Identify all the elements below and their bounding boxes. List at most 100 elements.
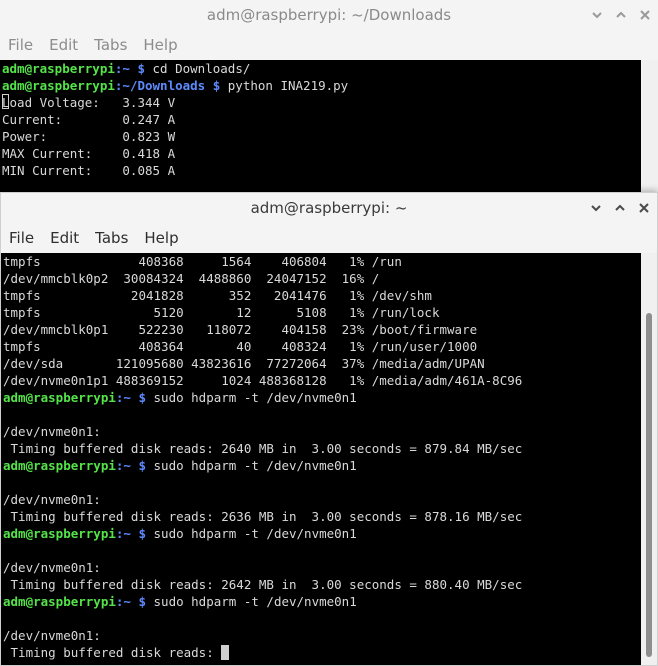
output-text: tmpfs 5120 12 5108 1% /run/lock bbox=[3, 305, 440, 320]
prompt-user: adm@raspberrypi bbox=[3, 526, 116, 541]
terminal-line: /dev/nvme0n1: bbox=[3, 627, 642, 644]
title-bar[interactable]: adm@raspberrypi: ~ bbox=[1, 193, 657, 223]
terminal-line: Current: 0.247 A bbox=[2, 111, 641, 128]
command-text: sudo hdparm -t /dev/nvme0n1 bbox=[153, 390, 357, 405]
prompt-path: :~ bbox=[115, 458, 131, 473]
prompt-path: :~ bbox=[115, 526, 131, 541]
terminal-line: adm@raspberrypi:~ $ sudo hdparm -t /dev/… bbox=[3, 457, 642, 474]
prompt-user: adm@raspberrypi bbox=[3, 458, 116, 473]
output-text: Load Voltage: 3.344 V bbox=[2, 95, 176, 110]
output-text: Timing buffered disk reads: 2640 MB in 3… bbox=[3, 441, 523, 456]
front-terminal-window[interactable]: adm@raspberrypi: ~ File Edit Tabs Help t… bbox=[0, 192, 658, 666]
menu-bar: File Edit Tabs Help bbox=[0, 30, 658, 60]
chevron-down-icon[interactable] bbox=[589, 201, 603, 215]
prompt-symbol: $ bbox=[205, 78, 228, 93]
terminal-line: adm@raspberrypi:~ $ sudo hdparm -t /dev/… bbox=[3, 389, 642, 406]
prompt-user: adm@raspberrypi bbox=[2, 61, 115, 76]
terminal-line: /dev/nvme0n1: bbox=[3, 559, 642, 576]
prompt-user: adm@raspberrypi bbox=[3, 390, 116, 405]
output-text: /dev/nvme0n1: bbox=[3, 560, 101, 575]
terminal-line: /dev/sda 121095680 43823616 77272064 37%… bbox=[3, 355, 642, 372]
terminal-line: /dev/nvme0n1p1 488369152 1024 488368128 … bbox=[3, 372, 642, 389]
prompt-path: :~ bbox=[115, 390, 131, 405]
window-title: adm@raspberrypi: ~ bbox=[250, 199, 408, 217]
output-text: tmpfs 408364 40 408324 1% /run/user/1000 bbox=[3, 339, 478, 354]
menu-tabs[interactable]: Tabs bbox=[87, 229, 136, 247]
menu-bar: File Edit Tabs Help bbox=[1, 223, 657, 253]
scrollbar[interactable] bbox=[641, 253, 657, 665]
command-text: sudo hdparm -t /dev/nvme0n1 bbox=[153, 458, 357, 473]
prompt-user: adm@raspberrypi bbox=[3, 594, 116, 609]
output-text: /dev/nvme0n1p1 488369152 1024 488368128 … bbox=[3, 373, 523, 388]
terminal-line: tmpfs 5120 12 5108 1% /run/lock bbox=[3, 304, 642, 321]
prompt-user: adm@raspberrypi bbox=[2, 78, 115, 93]
menu-edit[interactable]: Edit bbox=[42, 229, 87, 247]
title-bar[interactable]: adm@raspberrypi: ~/Downloads bbox=[0, 0, 658, 30]
terminal-line: MIN Current: 0.085 A bbox=[2, 162, 641, 179]
terminal-output[interactable]: tmpfs 408368 1564 406804 1% /run/dev/mmc… bbox=[1, 253, 642, 665]
output-text: /dev/nvme0n1: bbox=[3, 628, 101, 643]
menu-tabs[interactable]: Tabs bbox=[86, 36, 135, 54]
terminal-line: /dev/mmcblk0p1 522230 118072 404158 23% … bbox=[3, 321, 642, 338]
output-text: Timing buffered disk reads: bbox=[3, 645, 222, 660]
terminal-line: MAX Current: 0.418 A bbox=[2, 145, 641, 162]
text-cursor bbox=[2, 94, 9, 109]
output-text: MIN Current: 0.085 A bbox=[2, 163, 176, 178]
output-text: /dev/mmcblk0p2 30084324 4488860 24047152… bbox=[3, 271, 380, 286]
output-text: Timing buffered disk reads: 2642 MB in 3… bbox=[3, 577, 523, 592]
output-text: tmpfs 408368 1564 406804 1% /run bbox=[3, 254, 402, 269]
window-title: adm@raspberrypi: ~/Downloads bbox=[206, 6, 452, 24]
terminal-line: adm@raspberrypi:~ $ sudo hdparm -t /dev/… bbox=[3, 593, 642, 610]
terminal-line: adm@raspberrypi:~ $ sudo hdparm -t /dev/… bbox=[3, 525, 642, 542]
scrollbar-thumb[interactable] bbox=[646, 313, 652, 657]
terminal-line: Power: 0.823 W bbox=[2, 128, 641, 145]
output-text: tmpfs 2041828 352 2041476 1% /dev/shm bbox=[3, 288, 432, 303]
output-text: Timing buffered disk reads: 2636 MB in 3… bbox=[3, 509, 523, 524]
terminal-output[interactable]: adm@raspberrypi:~ $ cd Downloads/adm@ras… bbox=[0, 60, 641, 200]
close-icon[interactable] bbox=[637, 201, 651, 215]
menu-help[interactable]: Help bbox=[136, 229, 186, 247]
chevron-down-icon[interactable] bbox=[590, 8, 604, 22]
terminal-line: Timing buffered disk reads: 2642 MB in 3… bbox=[3, 576, 642, 593]
terminal-line: Timing buffered disk reads: bbox=[3, 644, 642, 661]
terminal-line: adm@raspberrypi:~/Downloads $ python INA… bbox=[2, 77, 641, 94]
terminal-line: adm@raspberrypi:~ $ cd Downloads/ bbox=[2, 60, 641, 77]
command-text: cd Downloads/ bbox=[152, 61, 251, 76]
prompt-symbol: $ bbox=[130, 458, 154, 473]
command-text: python INA219.py bbox=[227, 78, 349, 93]
terminal-line: tmpfs 408368 1564 406804 1% /run bbox=[3, 253, 642, 270]
prompt-symbol: $ bbox=[130, 390, 154, 405]
close-icon[interactable] bbox=[638, 8, 652, 22]
output-text: /dev/sda 121095680 43823616 77272064 37%… bbox=[3, 356, 485, 371]
terminal-line: /dev/nvme0n1: bbox=[3, 423, 642, 440]
terminal-line: Load Voltage: 3.344 V bbox=[2, 94, 641, 111]
chevron-up-icon[interactable] bbox=[613, 201, 627, 215]
text-cursor bbox=[221, 645, 230, 660]
prompt-path: :~/Downloads bbox=[114, 78, 206, 93]
command-text: sudo hdparm -t /dev/nvme0n1 bbox=[153, 526, 357, 541]
prompt-symbol: $ bbox=[130, 594, 154, 609]
terminal-line: tmpfs 2041828 352 2041476 1% /dev/shm bbox=[3, 287, 642, 304]
output-text: Current: 0.247 A bbox=[2, 112, 176, 127]
chevron-up-icon[interactable] bbox=[614, 8, 628, 22]
output-text: MAX Current: 0.418 A bbox=[2, 146, 176, 161]
menu-file[interactable]: File bbox=[0, 36, 41, 54]
output-text: /dev/nvme0n1: bbox=[3, 424, 101, 439]
menu-help[interactable]: Help bbox=[135, 36, 185, 54]
prompt-symbol: $ bbox=[130, 526, 154, 541]
terminal-line: /dev/mmcblk0p2 30084324 4488860 24047152… bbox=[3, 270, 642, 287]
terminal-line: /dev/nvme0n1: bbox=[3, 491, 642, 508]
prompt-path: :~ bbox=[114, 61, 130, 76]
output-text: /dev/mmcblk0p1 522230 118072 404158 23% … bbox=[3, 322, 478, 337]
menu-file[interactable]: File bbox=[1, 229, 42, 247]
command-text: sudo hdparm -t /dev/nvme0n1 bbox=[153, 594, 357, 609]
terminal-line: Timing buffered disk reads: 2636 MB in 3… bbox=[3, 508, 642, 525]
output-text: Power: 0.823 W bbox=[2, 129, 176, 144]
back-terminal-window[interactable]: adm@raspberrypi: ~/Downloads File Edit T… bbox=[0, 0, 658, 200]
scrollbar[interactable] bbox=[642, 60, 658, 200]
menu-edit[interactable]: Edit bbox=[41, 36, 86, 54]
